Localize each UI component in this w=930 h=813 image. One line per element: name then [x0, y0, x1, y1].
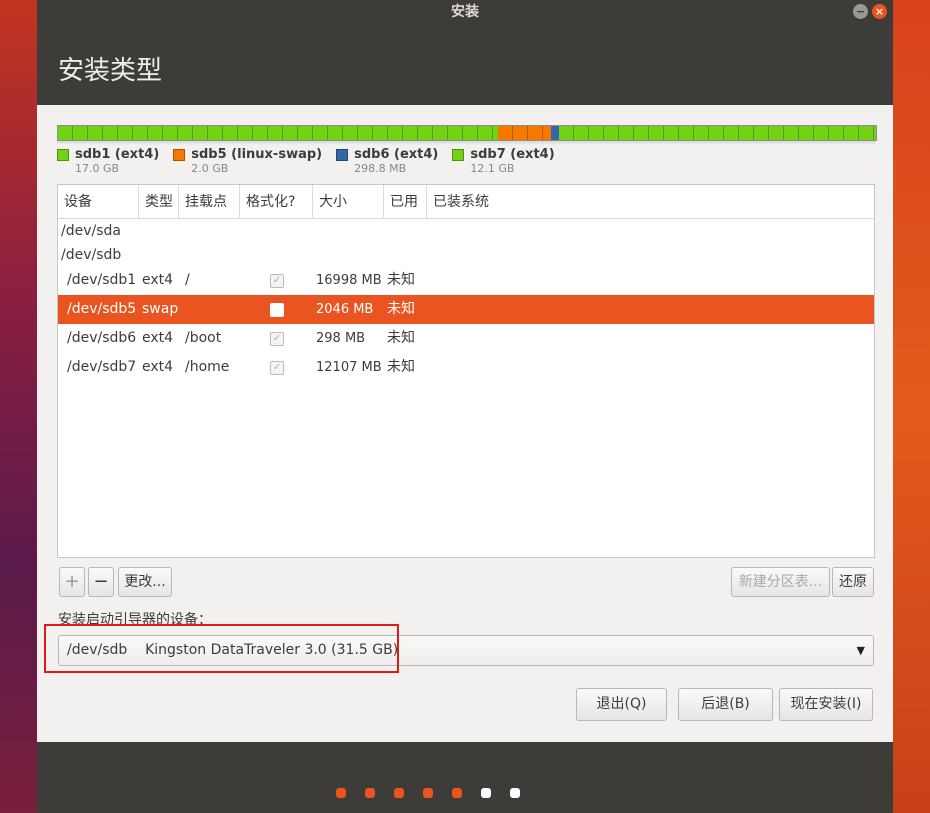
cell-mount: /boot [185, 330, 222, 346]
header-mount[interactable]: 挂载点 [179, 185, 240, 218]
add-partition-button[interactable]: + [59, 567, 85, 597]
cell-used: 未知 [387, 301, 415, 317]
dropdown-arrow-icon: ▼ [856, 644, 865, 657]
legend-item: sdb6 (ext4) 298.8 MB [336, 147, 438, 175]
table-row[interactable]: /dev/sdb6 ext4 /boot ✓ 298 MB 未知 [58, 324, 874, 353]
cell-mount: / [185, 272, 190, 288]
legend-swatch [57, 148, 69, 161]
table-row-device[interactable]: /dev/sda [58, 219, 874, 243]
header-format[interactable]: 格式化? [240, 185, 313, 218]
header-installed-os[interactable]: 已装系统 [427, 185, 874, 218]
partition-segment-sdb5 [498, 126, 552, 140]
cell-used: 未知 [387, 272, 415, 288]
quit-button[interactable]: 退出(Q) [576, 688, 667, 721]
header-type[interactable]: 类型 [139, 185, 179, 218]
window-footer [37, 742, 893, 813]
remove-partition-button[interactable]: − [88, 567, 114, 597]
legend-swatch [336, 148, 349, 161]
table-row[interactable]: /dev/sdb7 ext4 /home ✓ 12107 MB 未知 [58, 353, 874, 382]
header-device[interactable]: 设备 [58, 185, 139, 218]
partition-segment-sdb1 [58, 126, 499, 140]
progress-dot [510, 788, 520, 798]
cell-size: 16998 MB [316, 273, 382, 288]
legend-size: 12.1 GB [470, 162, 515, 175]
legend-item: sdb5 (linux-swap) 2.0 GB [173, 147, 322, 175]
cell-used: 未知 [387, 359, 415, 375]
format-checkbox[interactable]: ✓ [270, 332, 284, 346]
new-partition-table-button[interactable]: 新建分区表... [731, 567, 830, 597]
partition-segment-sdb6 [551, 126, 559, 140]
cell-type: ext4 [142, 359, 174, 375]
partition-legend: sdb1 (ext4) 17.0 GB sdb5 (linux-swap) 2.0 G… [57, 147, 569, 175]
device-name: /dev/sda [61, 223, 121, 239]
progress-dots [336, 788, 539, 798]
window-titlebar: 安装 [37, 0, 893, 24]
cell-type: ext4 [142, 330, 174, 346]
legend-size: 17.0 GB [75, 162, 120, 175]
legend-label: sdb6 (ext4) [354, 147, 439, 162]
change-partition-button[interactable]: 更改... [118, 567, 172, 597]
partition-segment-sdb7 [558, 126, 876, 140]
cell-used: 未知 [387, 330, 415, 346]
window-title: 安装 [451, 4, 479, 20]
cell-type: ext4 [142, 272, 174, 288]
progress-dot [394, 788, 404, 798]
cell-device: /dev/sdb7 [67, 359, 137, 375]
cell-device: /dev/sdb5 [67, 301, 137, 317]
legend-item: sdb7 (ext4) 12.1 GB [452, 147, 555, 175]
desktop-background-left [0, 0, 37, 813]
format-checkbox[interactable]: ✓ [270, 274, 284, 288]
cell-device: /dev/sdb6 [67, 330, 137, 346]
progress-dot [365, 788, 375, 798]
page-title: 安装类型 [58, 56, 163, 86]
legend-swatch [452, 148, 465, 161]
progress-dot [423, 788, 433, 798]
close-icon[interactable]: × [872, 4, 887, 19]
highlight-annotation-box [44, 624, 399, 673]
device-name: /dev/sdb [61, 247, 122, 263]
legend-size: 2.0 GB [191, 162, 229, 175]
legend-item: sdb1 (ext4) 17.0 GB [57, 147, 159, 175]
revert-button[interactable]: 还原 [832, 567, 874, 597]
partition-bar [57, 125, 877, 141]
progress-dot [452, 788, 462, 798]
format-checkbox[interactable]: ✓ [270, 361, 284, 375]
back-button[interactable]: 后退(B) [678, 688, 773, 721]
legend-swatch [173, 148, 186, 161]
table-row[interactable]: /dev/sdb1 ext4 / ✓ 16998 MB 未知 [58, 266, 874, 295]
installer-window: 安装 − × 安装类型 sdb1 (ext4) 17.0 GB sdb5 (linu… [37, 0, 893, 813]
legend-label: sdb5 (linux-swap) [191, 147, 323, 162]
content-area: sdb1 (ext4) 17.0 GB sdb5 (linux-swap) 2.0 G… [37, 105, 893, 742]
legend-label: sdb7 (ext4) [470, 147, 555, 162]
header-size[interactable]: 大小 [313, 185, 384, 218]
legend-size: 298.8 MB [354, 162, 407, 175]
cell-device: /dev/sdb1 [67, 272, 137, 288]
partition-table: 设备 类型 挂载点 格式化? 大小 已用 已装系统 /dev/sda /dev/… [57, 184, 875, 558]
cell-size: 298 MB [316, 331, 366, 346]
legend-label: sdb1 (ext4) [75, 147, 160, 162]
header-used[interactable]: 已用 [384, 185, 427, 218]
table-row-selected[interactable]: /dev/sdb5 swap 2046 MB 未知 [58, 295, 874, 324]
cell-mount: /home [185, 359, 230, 375]
cell-size: 2046 MB [316, 302, 374, 317]
progress-dot [336, 788, 346, 798]
progress-dot [481, 788, 491, 798]
table-row-device[interactable]: /dev/sdb [58, 243, 874, 267]
cell-size: 12107 MB [316, 360, 382, 375]
format-checkbox[interactable] [270, 303, 284, 317]
minimize-icon[interactable]: − [853, 4, 868, 19]
install-now-button[interactable]: 现在安装(I) [779, 688, 873, 721]
partition-bar-shadow [57, 141, 875, 145]
table-header: 设备 类型 挂载点 格式化? 大小 已用 已装系统 [58, 185, 874, 219]
desktop-background-right [893, 0, 930, 813]
cell-type: swap [142, 301, 179, 317]
